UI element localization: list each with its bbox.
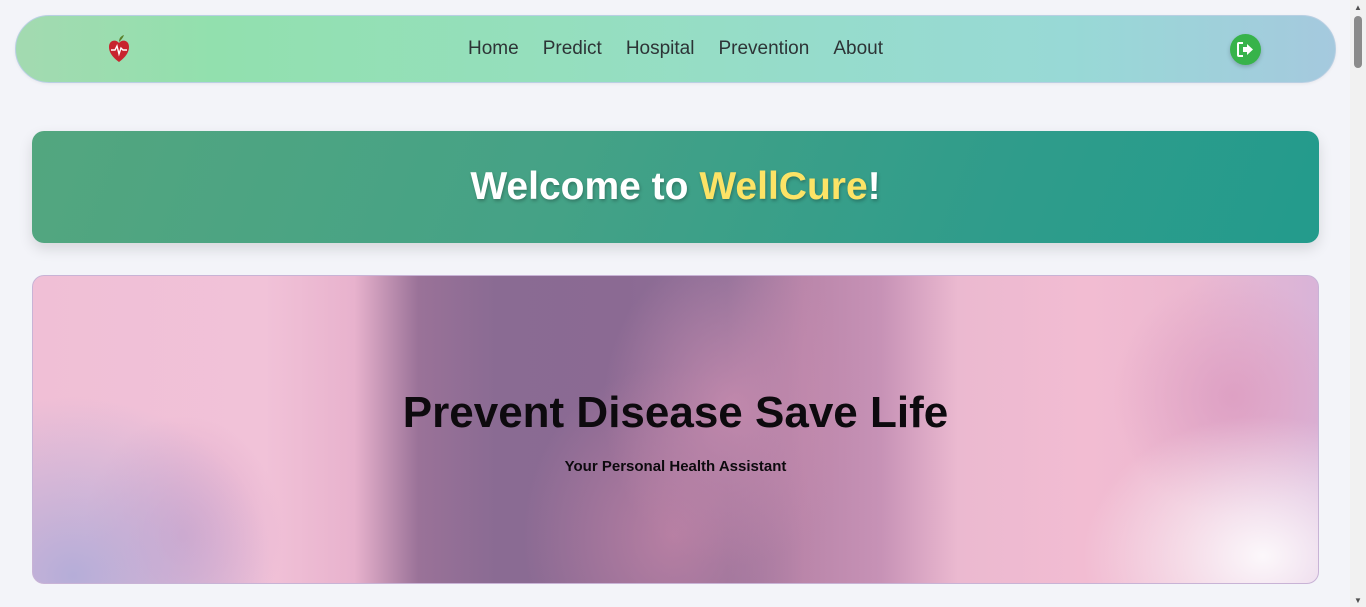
nav-link-prevention[interactable]: Prevention — [706, 38, 821, 60]
scroll-up-arrow-icon[interactable]: ▲ — [1350, 0, 1366, 14]
hero-section: Prevent Disease Save Life Your Personal … — [32, 275, 1319, 584]
nav-link-predict[interactable]: Predict — [531, 38, 614, 60]
hero-subtitle: Your Personal Health Assistant — [564, 458, 787, 475]
page: Home Predict Hospital Prevention About W… — [0, 0, 1350, 607]
scroll-down-arrow-icon[interactable]: ▼ — [1350, 593, 1366, 607]
nav-links: Home Predict Hospital Prevention About — [16, 16, 1335, 82]
welcome-suffix: ! — [867, 165, 881, 208]
sign-out-icon — [1237, 42, 1253, 57]
nav-link-hospital[interactable]: Hospital — [614, 38, 707, 60]
logout-button[interactable] — [1230, 34, 1261, 65]
brand-name: WellCure — [699, 165, 868, 208]
hero-content: Prevent Disease Save Life Your Personal … — [33, 388, 1318, 475]
hero-title: Prevent Disease Save Life — [402, 388, 949, 437]
navbar: Home Predict Hospital Prevention About — [15, 15, 1336, 83]
welcome-banner: Welcome to WellCure! — [32, 131, 1319, 243]
nav-link-about[interactable]: About — [821, 38, 895, 60]
vertical-scrollbar[interactable]: ▲ ▼ — [1350, 0, 1366, 607]
welcome-prefix: Welcome to — [470, 165, 700, 208]
nav-link-home[interactable]: Home — [456, 38, 531, 60]
welcome-heading: Welcome to WellCure! — [470, 165, 880, 209]
scroll-thumb[interactable] — [1354, 16, 1362, 68]
